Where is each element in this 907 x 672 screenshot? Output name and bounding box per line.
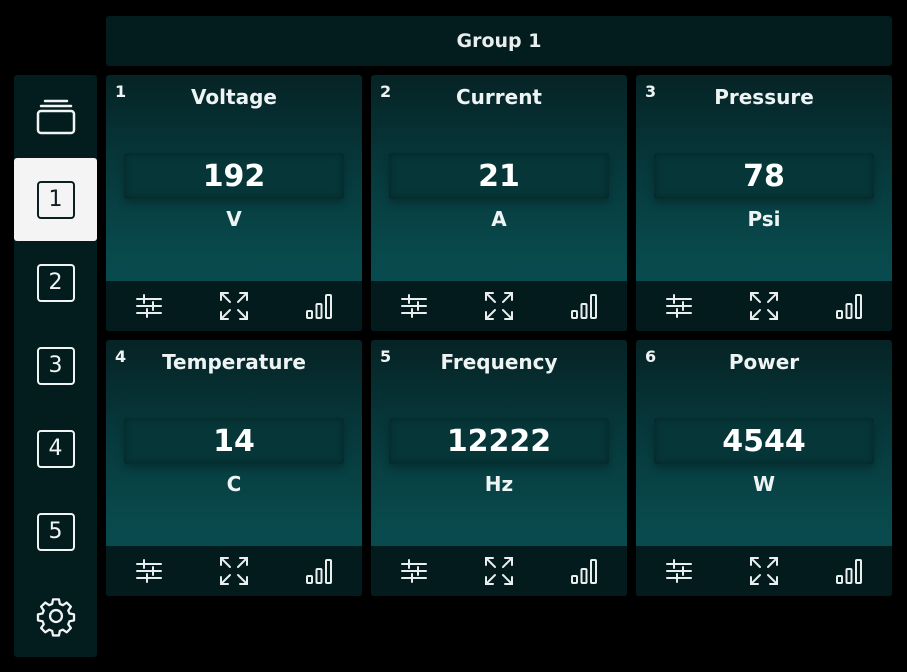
sidebar-item-label: 5 [36, 512, 75, 551]
card-unit: Hz [484, 472, 514, 496]
expand-button[interactable] [217, 289, 251, 323]
card-value: 14 [124, 418, 344, 464]
settings-button[interactable] [662, 289, 696, 323]
settings-button[interactable] [132, 554, 166, 588]
sidebar-item-groups[interactable] [14, 75, 97, 158]
settings-button[interactable] [132, 289, 166, 323]
settings-button[interactable] [397, 289, 431, 323]
group-title: Group 1 [456, 30, 542, 52]
card-footer [636, 546, 892, 596]
card-footer [371, 546, 627, 596]
sidebar-item-2[interactable]: 2 [14, 241, 97, 324]
chart-button[interactable] [302, 289, 336, 323]
card-title: Frequency [440, 350, 558, 374]
expand-icon [218, 555, 250, 587]
card-unit: Psi [747, 207, 781, 231]
sidebar-item-5[interactable]: 5 [14, 490, 97, 573]
sliders-icon [665, 557, 693, 585]
sensor-card-power: 6 Power 4544 W [636, 340, 892, 596]
card-title: Pressure [714, 85, 814, 109]
expand-icon [748, 290, 780, 322]
group-header: Group 1 [106, 16, 892, 66]
stack-icon [35, 98, 77, 136]
expand-button[interactable] [482, 289, 516, 323]
expand-button[interactable] [747, 289, 781, 323]
sliders-icon [400, 557, 428, 585]
card-footer [106, 546, 362, 596]
signal-bars-icon [570, 292, 598, 320]
card-unit: W [752, 472, 776, 496]
signal-bars-icon [835, 557, 863, 585]
sensor-card-voltage: 1 Voltage 192 V [106, 75, 362, 331]
settings-button[interactable] [397, 554, 431, 588]
sidebar-item-label: 3 [36, 346, 75, 385]
card-unit: V [226, 207, 242, 231]
sidebar-item-3[interactable]: 3 [14, 324, 97, 407]
expand-icon [218, 290, 250, 322]
card-title: Current [455, 85, 542, 109]
card-value: 192 [124, 153, 344, 199]
sidebar-item-settings[interactable] [14, 574, 97, 657]
sliders-icon [665, 292, 693, 320]
signal-bars-icon [835, 292, 863, 320]
sidebar-item-1[interactable]: 1 [14, 158, 97, 241]
chart-button[interactable] [567, 554, 601, 588]
sidebar-item-label: 4 [36, 429, 75, 468]
sensor-card-pressure: 3 Pressure 78 Psi [636, 75, 892, 331]
signal-bars-icon [305, 292, 333, 320]
signal-bars-icon [305, 557, 333, 585]
chart-button[interactable] [302, 554, 336, 588]
card-footer [371, 281, 627, 331]
expand-icon [748, 555, 780, 587]
signal-bars-icon [570, 557, 598, 585]
card-footer [636, 281, 892, 331]
sensor-card-temperature: 4 Temperature 14 C [106, 340, 362, 596]
expand-icon [483, 290, 515, 322]
card-value: 12222 [389, 418, 609, 464]
sensor-card-frequency: 5 Frequency 12222 Hz [371, 340, 627, 596]
card-title: Voltage [191, 85, 277, 109]
card-value: 4544 [654, 418, 874, 464]
chart-button[interactable] [832, 554, 866, 588]
card-footer [106, 281, 362, 331]
sidebar-item-4[interactable]: 4 [14, 407, 97, 490]
card-unit: A [491, 207, 507, 231]
expand-button[interactable] [747, 554, 781, 588]
expand-button[interactable] [482, 554, 516, 588]
gear-icon [35, 595, 77, 637]
card-value: 21 [389, 153, 609, 199]
sidebar-item-label: 2 [36, 263, 75, 302]
expand-button[interactable] [217, 554, 251, 588]
sidebar: 1 2 3 4 5 [14, 75, 97, 657]
card-title: Power [728, 350, 800, 374]
card-value: 78 [654, 153, 874, 199]
sliders-icon [135, 557, 163, 585]
sliders-icon [400, 292, 428, 320]
expand-icon [483, 555, 515, 587]
sidebar-item-label: 1 [36, 180, 75, 219]
chart-button[interactable] [832, 289, 866, 323]
card-unit: C [226, 472, 242, 496]
settings-button[interactable] [662, 554, 696, 588]
sensor-card-current: 2 Current 21 A [371, 75, 627, 331]
sliders-icon [135, 292, 163, 320]
card-title: Temperature [162, 350, 306, 374]
chart-button[interactable] [567, 289, 601, 323]
